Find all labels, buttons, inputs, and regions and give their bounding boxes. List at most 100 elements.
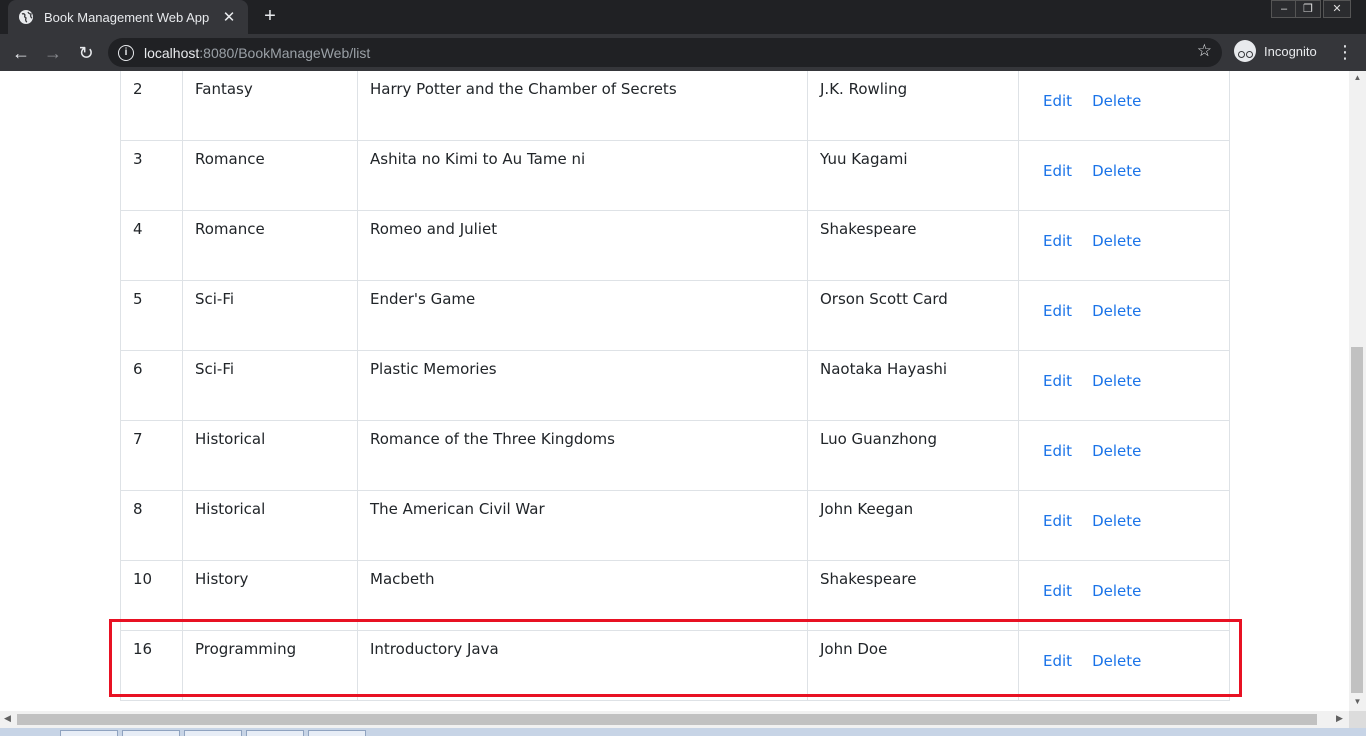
book-title-cell: Romance of the Three Kingdoms [357, 420, 808, 491]
actions-cell: Edit Delete [1018, 490, 1230, 561]
taskbar-item[interactable] [184, 730, 242, 736]
book-category-cell: Sci-Fi [182, 280, 358, 351]
edit-link[interactable]: Edit [1043, 512, 1072, 530]
edit-link[interactable]: Edit [1043, 162, 1072, 180]
edit-link[interactable]: Edit [1043, 302, 1072, 320]
book-title-cell: Plastic Memories [357, 350, 808, 421]
book-author-cell: Shakespeare [807, 210, 1019, 281]
actions-cell: Edit Delete [1018, 560, 1230, 631]
tab-title: Book Management Web App [44, 9, 210, 25]
table-row: 7 Historical Romance of the Three Kingdoms… [120, 420, 1230, 491]
book-author-cell: J.K. Rowling [807, 71, 1019, 141]
book-title-cell: Harry Potter and the Chamber of Secrets [357, 71, 808, 141]
table-row: 10 History Macbeth Shakespeare Edit Delete [120, 560, 1230, 631]
book-id-cell: 2 [120, 71, 183, 141]
actions-cell: Edit Delete [1018, 420, 1230, 491]
reload-button[interactable]: ↻ [73, 40, 99, 66]
actions-cell: Edit Delete [1018, 280, 1230, 351]
book-id-cell: 7 [120, 420, 183, 491]
book-id-cell: 16 [120, 630, 183, 701]
actions-cell: Edit Delete [1018, 350, 1230, 421]
book-category-cell: Fantasy [182, 71, 358, 141]
table-row: 6 Sci-Fi Plastic Memories Naotaka Hayashi Ed… [120, 350, 1230, 421]
edit-link[interactable]: Edit [1043, 582, 1072, 600]
book-category-cell: Historical [182, 420, 358, 491]
book-category-cell: Sci-Fi [182, 350, 358, 421]
taskbar-item[interactable] [122, 730, 180, 736]
bookmark-star-icon[interactable]: ☆ [1197, 41, 1212, 61]
horizontal-scrollbar[interactable]: ◀ ▶ [0, 711, 1349, 728]
url-host: localhost [144, 44, 200, 61]
book-category-cell: Historical [182, 490, 358, 561]
table-row: 5 Sci-Fi Ender's Game Orson Scott Card Edit D… [120, 280, 1230, 351]
forward-button[interactable]: → [40, 40, 66, 66]
book-author-cell: Luo Guanzhong [807, 420, 1019, 491]
url-path: :8080/BookManageWeb/list [199, 44, 371, 61]
book-category-cell: Programming [182, 630, 358, 701]
book-author-cell: Naotaka Hayashi [807, 350, 1019, 421]
address-bar[interactable]: i localhost:8080/BookManageWeb/list ☆ [108, 38, 1222, 67]
delete-link[interactable]: Delete [1092, 442, 1141, 460]
delete-link[interactable]: Delete [1092, 512, 1141, 530]
close-icon[interactable]: ✕ [220, 8, 238, 26]
vertical-scrollbar[interactable]: ▲ ▼ [1349, 71, 1366, 711]
delete-link[interactable]: Delete [1092, 582, 1141, 600]
book-title-cell: Romeo and Juliet [357, 210, 808, 281]
taskbar-item[interactable] [308, 730, 366, 736]
edit-link[interactable]: Edit [1043, 232, 1072, 250]
delete-link[interactable]: Delete [1092, 652, 1141, 670]
delete-link[interactable]: Delete [1092, 302, 1141, 320]
globe-icon [19, 10, 33, 24]
taskbar-item[interactable] [60, 730, 118, 736]
book-id-cell: 5 [120, 280, 183, 351]
delete-link[interactable]: Delete [1092, 232, 1141, 250]
info-icon[interactable]: i [118, 44, 134, 61]
book-category-cell: Romance [182, 210, 358, 281]
book-id-cell: 3 [120, 140, 183, 211]
table-row: 2 Fantasy Harry Potter and the Chamber of … [120, 71, 1230, 141]
book-category-cell: Romance [182, 140, 358, 211]
book-id-cell: 6 [120, 350, 183, 421]
horizontal-scroll-thumb[interactable] [17, 714, 1317, 725]
new-tab-button[interactable]: + [258, 5, 282, 29]
browser-tab[interactable]: Book Management Web App ✕ [8, 0, 248, 34]
book-id-cell: 10 [120, 560, 183, 631]
scroll-right-icon[interactable]: ▶ [1336, 713, 1343, 724]
vertical-scroll-thumb[interactable] [1351, 347, 1363, 693]
window-close-button[interactable]: ✕ [1323, 0, 1351, 18]
table-row: 4 Romance Romeo and Juliet Shakespeare Edit D… [120, 210, 1230, 281]
delete-link[interactable]: Delete [1092, 372, 1141, 390]
book-author-cell: Yuu Kagami [807, 140, 1019, 211]
book-table: 2 Fantasy Harry Potter and the Chamber of … [120, 71, 1230, 701]
book-title-cell: Ender's Game [357, 280, 808, 351]
scroll-down-icon[interactable]: ▼ [1349, 697, 1366, 709]
back-button[interactable]: ← [8, 40, 34, 66]
edit-link[interactable]: Edit [1043, 372, 1072, 390]
incognito-icon [1234, 40, 1256, 62]
scrollbar-corner [1349, 711, 1366, 728]
scroll-left-icon[interactable]: ◀ [4, 713, 11, 724]
restore-button[interactable]: ❐ [1295, 0, 1321, 18]
incognito-profile[interactable]: Incognito [1234, 40, 1317, 62]
book-author-cell: John Keegan [807, 490, 1019, 561]
scroll-up-icon[interactable]: ▲ [1349, 73, 1366, 85]
incognito-label: Incognito [1264, 43, 1317, 59]
book-id-cell: 8 [120, 490, 183, 561]
browser-tab-strip: Book Management Web App ✕ + – ❐ ✕ [0, 0, 1366, 34]
edit-link[interactable]: Edit [1043, 442, 1072, 460]
taskbar-item[interactable] [246, 730, 304, 736]
book-title-cell: The American Civil War [357, 490, 808, 561]
edit-link[interactable]: Edit [1043, 92, 1072, 110]
actions-cell: Edit Delete [1018, 210, 1230, 281]
page-content: 2 Fantasy Harry Potter and the Chamber of … [0, 71, 1349, 711]
kebab-menu-icon[interactable]: ⋮ [1336, 40, 1354, 64]
book-id-cell: 4 [120, 210, 183, 281]
delete-link[interactable]: Delete [1092, 162, 1141, 180]
delete-link[interactable]: Delete [1092, 92, 1141, 110]
minimize-button[interactable]: – [1271, 0, 1297, 18]
book-title-cell: Ashita no Kimi to Au Tame ni [357, 140, 808, 211]
book-title-cell: Macbeth [357, 560, 808, 631]
book-author-cell: Orson Scott Card [807, 280, 1019, 351]
book-category-cell: History [182, 560, 358, 631]
edit-link[interactable]: Edit [1043, 652, 1072, 670]
